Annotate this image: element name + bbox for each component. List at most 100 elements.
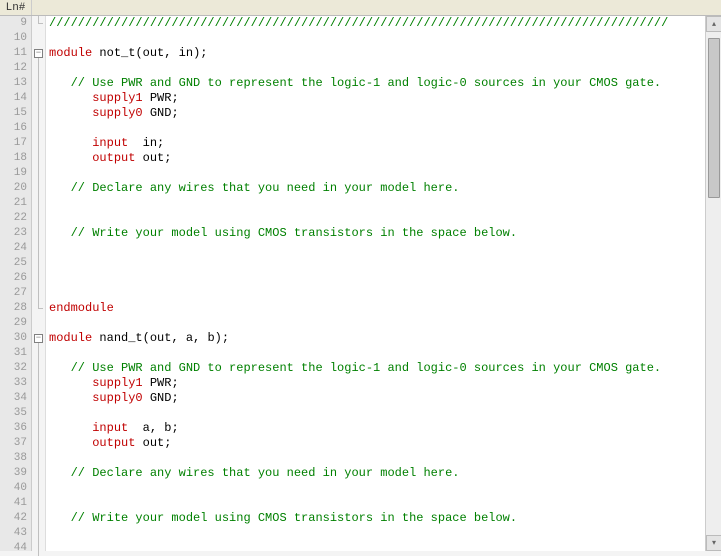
fold-guide-line [38, 241, 39, 256]
code-line[interactable]: module not_t(out, in); [49, 46, 721, 61]
code-area[interactable]: ////////////////////////////////////////… [46, 16, 721, 551]
scroll-thumb[interactable] [708, 38, 720, 198]
fold-cell [32, 406, 46, 421]
code-line[interactable] [49, 481, 721, 496]
line-number: 13 [0, 76, 27, 91]
line-number: 18 [0, 151, 27, 166]
code-token: PWR; [143, 91, 179, 105]
fold-toggle-icon[interactable]: − [34, 334, 43, 343]
fold-cell [32, 16, 46, 31]
code-token: // Use PWR and GND to represent the logi… [71, 76, 662, 90]
code-line[interactable] [49, 31, 721, 46]
fold-cell [32, 346, 46, 361]
code-token: // Declare any wires that you need in yo… [71, 181, 460, 195]
code-line[interactable] [49, 61, 721, 76]
code-line[interactable]: output out; [49, 436, 721, 451]
fold-cell: − [32, 331, 46, 346]
code-token: input [92, 421, 128, 435]
code-token [49, 511, 71, 525]
fold-cell: − [32, 46, 46, 61]
code-token: supply0 [92, 106, 142, 120]
code-line[interactable]: supply0 GND; [49, 391, 721, 406]
code-line[interactable]: endmodule [49, 301, 721, 316]
code-line[interactable] [49, 121, 721, 136]
code-token: input [92, 136, 128, 150]
editor-root: Ln# 910111213141516171819202122232425262… [0, 0, 721, 551]
code-line[interactable]: // Write your model using CMOS transisto… [49, 511, 721, 526]
code-line[interactable] [49, 541, 721, 551]
fold-cell [32, 271, 46, 286]
line-number: 10 [0, 31, 27, 46]
code-line[interactable]: // Use PWR and GND to represent the logi… [49, 76, 721, 91]
fold-cell [32, 61, 46, 76]
fold-cell [32, 496, 46, 511]
fold-guide-line [38, 511, 39, 526]
fold-end-icon [38, 301, 43, 309]
code-line[interactable] [49, 211, 721, 226]
code-line[interactable] [49, 451, 721, 466]
code-line[interactable] [49, 406, 721, 421]
fold-cell [32, 106, 46, 121]
code-line[interactable]: output out; [49, 151, 721, 166]
code-line[interactable]: // Use PWR and GND to represent the logi… [49, 361, 721, 376]
code-line[interactable] [49, 496, 721, 511]
code-token: // Declare any wires that you need in yo… [71, 466, 460, 480]
fold-guide-line [38, 496, 39, 511]
scroll-up-icon[interactable]: ▴ [706, 16, 721, 32]
code-token [49, 106, 92, 120]
code-line[interactable]: input in; [49, 136, 721, 151]
line-number: 42 [0, 511, 27, 526]
code-line[interactable]: // Declare any wires that you need in yo… [49, 466, 721, 481]
fold-cell [32, 241, 46, 256]
code-token: supply1 [92, 91, 142, 105]
fold-cell [32, 226, 46, 241]
code-line[interactable]: module nand_t(out, a, b); [49, 331, 721, 346]
code-line[interactable] [49, 286, 721, 301]
fold-guide-line [38, 466, 39, 481]
line-number: 21 [0, 196, 27, 211]
code-line[interactable]: input a, b; [49, 421, 721, 436]
fold-guide-line [38, 166, 39, 181]
code-token: output [92, 151, 135, 165]
fold-guide-line [38, 526, 39, 541]
code-token: // Use PWR and GND to represent the logi… [71, 361, 662, 375]
code-token: // Write your model using CMOS transisto… [71, 511, 517, 525]
code-token: not_t [92, 46, 135, 60]
scroll-down-icon[interactable]: ▾ [706, 535, 721, 551]
fold-guide-line [38, 256, 39, 271]
fold-guide-line [38, 481, 39, 496]
code-line[interactable] [49, 241, 721, 256]
code-line[interactable] [49, 166, 721, 181]
header-row: Ln# [0, 0, 721, 16]
fold-cell [32, 376, 46, 391]
fold-cell [32, 391, 46, 406]
fold-guide-line [38, 106, 39, 121]
code-token [49, 181, 71, 195]
fold-cell [32, 541, 46, 556]
fold-cell [32, 196, 46, 211]
code-line[interactable]: // Write your model using CMOS transisto… [49, 226, 721, 241]
code-line[interactable] [49, 256, 721, 271]
fold-toggle-icon[interactable]: − [34, 49, 43, 58]
code-line[interactable] [49, 271, 721, 286]
code-line[interactable]: supply1 PWR; [49, 91, 721, 106]
code-line[interactable]: // Declare any wires that you need in yo… [49, 181, 721, 196]
code-token: out, a, b [150, 331, 215, 345]
line-number: 40 [0, 481, 27, 496]
line-number: 20 [0, 181, 27, 196]
code-token [49, 436, 92, 450]
line-number: 33 [0, 376, 27, 391]
line-number-gutter: 9101112131415161718192021222324252627282… [0, 16, 32, 551]
vertical-scrollbar[interactable]: ▴ ▾ [705, 16, 721, 551]
code-line[interactable] [49, 196, 721, 211]
code-token: ; [200, 46, 207, 60]
code-line[interactable]: supply0 GND; [49, 106, 721, 121]
code-line[interactable] [49, 316, 721, 331]
fold-guide-line [38, 286, 39, 301]
fold-gutter: −− [32, 16, 46, 551]
code-line[interactable] [49, 346, 721, 361]
code-line[interactable]: supply1 PWR; [49, 376, 721, 391]
code-line[interactable]: ////////////////////////////////////////… [49, 16, 721, 31]
fold-cell [32, 121, 46, 136]
code-line[interactable] [49, 526, 721, 541]
